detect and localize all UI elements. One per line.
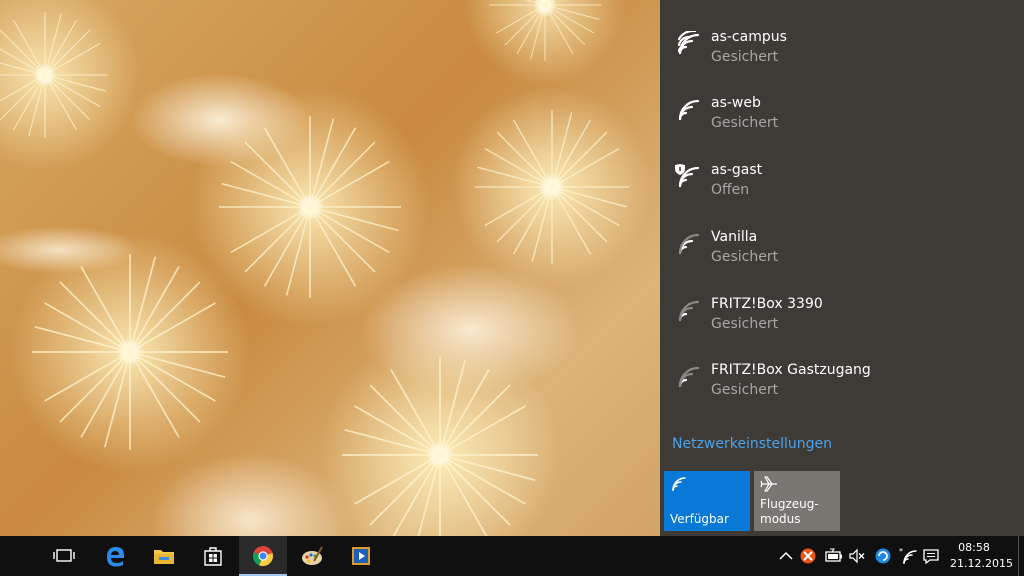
network-status: Gesichert xyxy=(711,249,779,265)
network-status: Gesichert xyxy=(711,316,779,332)
airplane-tile-label-line1: Flugzeug- xyxy=(760,497,819,511)
airplane-tile-label: Flugzeug- modus xyxy=(760,497,819,527)
chevron-up-icon[interactable] xyxy=(777,547,795,565)
media-player-button[interactable] xyxy=(337,536,385,576)
dandelion-wallpaper-image xyxy=(0,0,630,536)
volume-muted-icon[interactable] xyxy=(848,547,866,565)
task-view-button[interactable] xyxy=(40,536,88,576)
network-settings-link[interactable]: Netzwerkeinstellungen xyxy=(672,436,832,452)
network-name: as-web xyxy=(711,95,761,111)
paint-icon xyxy=(302,546,323,565)
wifi-icon xyxy=(677,31,700,55)
network-item-fritzbox-gastzugang[interactable]: FRITZ!Box Gastzugang Gesichert xyxy=(660,352,1024,418)
wifi-shield-icon xyxy=(675,164,700,188)
battery-icon[interactable] xyxy=(825,547,843,565)
wifi-weak-icon xyxy=(678,233,700,255)
task-view-icon xyxy=(53,549,75,562)
chrome-button[interactable] xyxy=(239,536,287,576)
network-name: FRITZ!Box Gastzugang xyxy=(711,362,871,378)
edge-icon xyxy=(107,547,124,567)
antivirus-icon[interactable] xyxy=(799,547,817,565)
wifi-toggle-tile[interactable]: Verfügbar xyxy=(664,471,750,531)
airplane-mode-tile[interactable]: Flugzeug- modus xyxy=(754,471,840,531)
system-clock[interactable]: 08:58 21.12.2015 xyxy=(950,540,1013,572)
sync-icon[interactable] xyxy=(874,547,892,565)
store-icon xyxy=(204,547,222,566)
airplane-tile-label-line2: modus xyxy=(760,512,801,526)
wifi-icon xyxy=(672,477,686,491)
network-name: Vanilla xyxy=(711,229,758,245)
paint-button[interactable] xyxy=(288,536,336,576)
network-item-as-web[interactable]: as-web Gesichert xyxy=(660,85,1024,151)
taskbar: * 08:58 21.12.2015 xyxy=(0,536,1024,576)
clock-time: 08:58 xyxy=(958,541,990,554)
network-status: Offen xyxy=(711,182,750,198)
edge-button[interactable] xyxy=(91,536,139,576)
file-explorer-button[interactable] xyxy=(140,536,188,576)
network-name: as-campus xyxy=(711,29,787,45)
network-name: as-gast xyxy=(711,162,763,178)
file-explorer-icon xyxy=(154,550,174,564)
network-status: Gesichert xyxy=(711,49,779,65)
network-status: Gesichert xyxy=(711,115,779,131)
wifi-tile-label: Verfügbar xyxy=(670,512,729,526)
network-status: Gesichert xyxy=(711,382,779,398)
svg-text:*: * xyxy=(899,547,903,556)
wifi-weak-icon xyxy=(678,300,700,322)
store-button[interactable] xyxy=(189,536,237,576)
airplane-icon xyxy=(760,476,777,492)
network-flyout: as-campus Gesichert as-web Gesichert as-… xyxy=(660,0,1024,536)
network-item-fritzbox-3390[interactable]: FRITZ!Box 3390 Gesichert xyxy=(660,286,1024,352)
wifi-icon xyxy=(678,99,700,121)
network-item-as-campus[interactable]: as-campus Gesichert xyxy=(660,19,1024,85)
notification-icon[interactable] xyxy=(922,547,940,565)
wifi-weak-icon xyxy=(678,366,700,388)
network-item-as-gast[interactable]: as-gast Offen xyxy=(660,152,1024,218)
network-name: FRITZ!Box 3390 xyxy=(711,296,823,312)
network-item-vanilla[interactable]: Vanilla Gesichert xyxy=(660,219,1024,285)
clock-date: 21.12.2015 xyxy=(950,557,1013,570)
show-desktop-button[interactable] xyxy=(1018,536,1024,576)
media-player-icon xyxy=(352,547,370,565)
network-icon[interactable]: * xyxy=(899,547,917,565)
chrome-icon xyxy=(252,546,273,567)
